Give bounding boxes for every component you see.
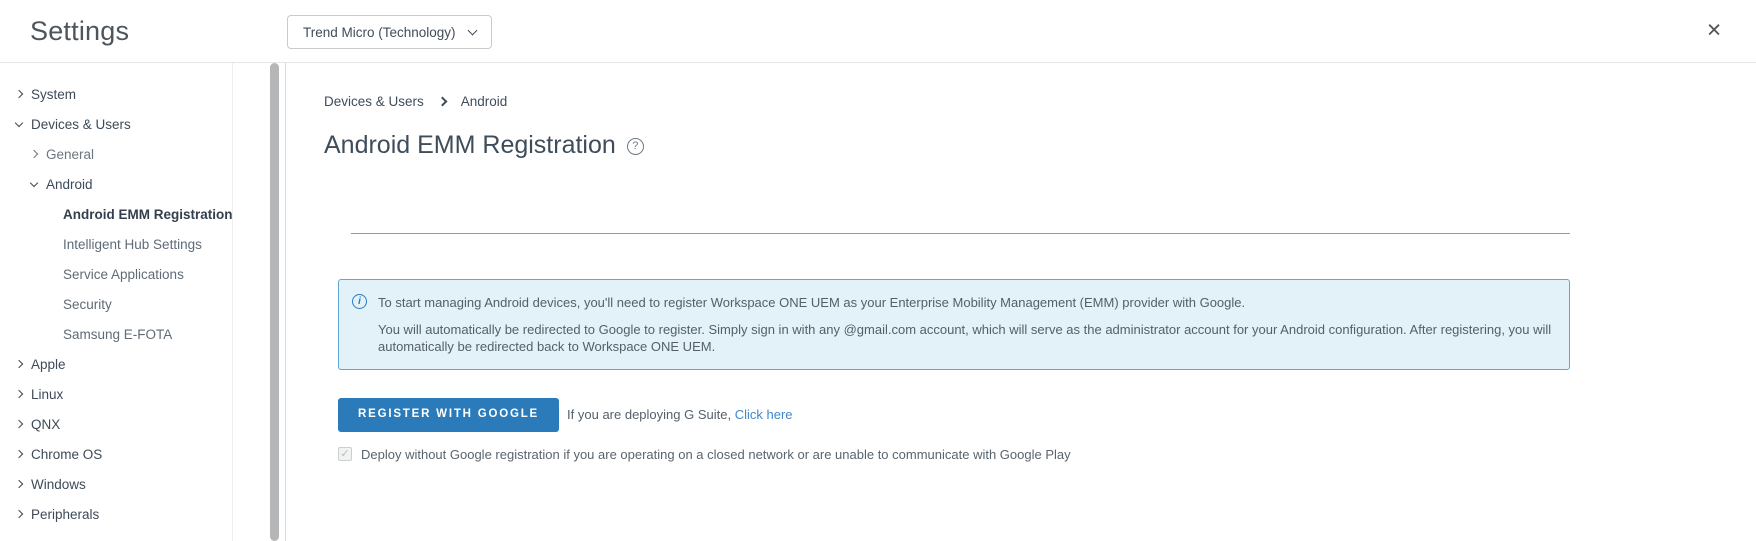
gsuite-text: If you are deploying G Suite, Click here	[567, 407, 792, 422]
sidebar-item-label: System	[31, 87, 76, 102]
sidebar-item-security[interactable]: Security	[0, 289, 232, 319]
sidebar-item-label: QNX	[31, 417, 60, 432]
sidebar-item-label: Security	[63, 297, 112, 312]
content-title-text: Android EMM Registration	[324, 131, 616, 160]
organization-group-label: Trend Micro (Technology)	[303, 25, 456, 40]
closed-network-row: ✓ Deploy without Google registration if …	[338, 447, 1570, 462]
chevron-icon	[30, 150, 38, 158]
sidebar-item-label: Service Applications	[63, 267, 184, 282]
settings-header: Settings Trend Micro (Technology) ✕	[0, 0, 1756, 63]
chevron-icon	[15, 480, 23, 488]
sidebar-scrollbar[interactable]	[270, 63, 279, 541]
register-with-google-button[interactable]: REGISTER WITH GOOGLE	[338, 398, 559, 432]
sidebar-item-label: Android EMM Registration	[63, 207, 233, 222]
close-icon: ✕	[1706, 21, 1722, 42]
sidebar-item-intelligent-hub-settings[interactable]: Intelligent Hub Settings	[0, 229, 232, 259]
settings-sidebar: System Devices & Users General Android A…	[0, 63, 286, 541]
settings-body: System Devices & Users General Android A…	[0, 63, 1756, 541]
breadcrumb-android: Android	[461, 94, 508, 109]
info-icon: i	[352, 294, 367, 309]
sidebar-item-label: Linux	[31, 387, 63, 402]
sidebar-item-label: Peripherals	[31, 507, 99, 522]
content-title: Android EMM Registration ?	[324, 130, 1570, 160]
chevron-down-icon	[467, 25, 477, 35]
close-button[interactable]: ✕	[1702, 20, 1726, 43]
sidebar-item-peripherals[interactable]: Peripherals	[0, 499, 232, 529]
sidebar-item-label: General	[46, 147, 94, 162]
breadcrumb-devices-users[interactable]: Devices & Users	[324, 94, 424, 109]
check-icon: ✓	[340, 449, 349, 460]
sidebar-item-linux[interactable]: Linux	[0, 379, 232, 409]
chevron-icon	[30, 178, 38, 186]
organization-group-dropdown[interactable]: Trend Micro (Technology)	[287, 15, 492, 49]
register-row: REGISTER WITH GOOGLE If you are deployin…	[338, 398, 1570, 432]
page-heading: Settings	[30, 16, 129, 47]
closed-network-label: Deploy without Google registration if yo…	[361, 447, 1071, 462]
sidebar-nav: System Devices & Users General Android A…	[0, 63, 233, 541]
help-icon[interactable]: ?	[627, 138, 644, 155]
gsuite-click-here-link[interactable]: Click here	[735, 407, 793, 422]
closed-network-checkbox[interactable]: ✓	[338, 447, 352, 461]
sidebar-item-label: Chrome OS	[31, 447, 102, 462]
sidebar-item-label: Android	[46, 177, 93, 192]
sidebar-item-system[interactable]: System	[0, 79, 232, 109]
section-divider	[351, 233, 1570, 234]
sidebar-item-devices-users[interactable]: Devices & Users	[0, 109, 232, 139]
sidebar-item-android[interactable]: Android	[0, 169, 232, 199]
sidebar-item-chrome-os[interactable]: Chrome OS	[0, 439, 232, 469]
chevron-icon	[15, 90, 23, 98]
sidebar-item-label: Devices & Users	[31, 117, 131, 132]
gsuite-prefix: If you are deploying G Suite,	[567, 407, 731, 422]
breadcrumb: Devices & Users Android	[324, 93, 1570, 110]
info-paragraph-1: To start managing Android devices, you'l…	[378, 294, 1553, 311]
sidebar-item-label: Apple	[31, 357, 66, 372]
sidebar-item-apple[interactable]: Apple	[0, 349, 232, 379]
info-banner: i To start managing Android devices, you…	[338, 279, 1570, 370]
chevron-icon	[15, 118, 23, 126]
sidebar-item-windows[interactable]: Windows	[0, 469, 232, 499]
chevron-icon	[15, 390, 23, 398]
sidebar-item-label: Intelligent Hub Settings	[63, 237, 202, 252]
info-paragraph-2: You will automatically be redirected to …	[378, 321, 1553, 355]
chevron-icon	[15, 360, 23, 368]
sidebar-item-qnx[interactable]: QNX	[0, 409, 232, 439]
chevron-icon	[15, 420, 23, 428]
sidebar-item-android-emm-registration[interactable]: Android EMM Registration	[0, 199, 232, 229]
main-content: Devices & Users Android Android EMM Regi…	[286, 63, 1756, 541]
chevron-right-icon	[437, 97, 447, 107]
sidebar-item-samsung-e-fota[interactable]: Samsung E-FOTA	[0, 319, 232, 349]
chevron-icon	[15, 450, 23, 458]
sidebar-item-service-applications[interactable]: Service Applications	[0, 259, 232, 289]
sidebar-item-label: Windows	[31, 477, 86, 492]
sidebar-item-general[interactable]: General	[0, 139, 232, 169]
chevron-icon	[15, 510, 23, 518]
sidebar-item-label: Samsung E-FOTA	[63, 327, 172, 342]
